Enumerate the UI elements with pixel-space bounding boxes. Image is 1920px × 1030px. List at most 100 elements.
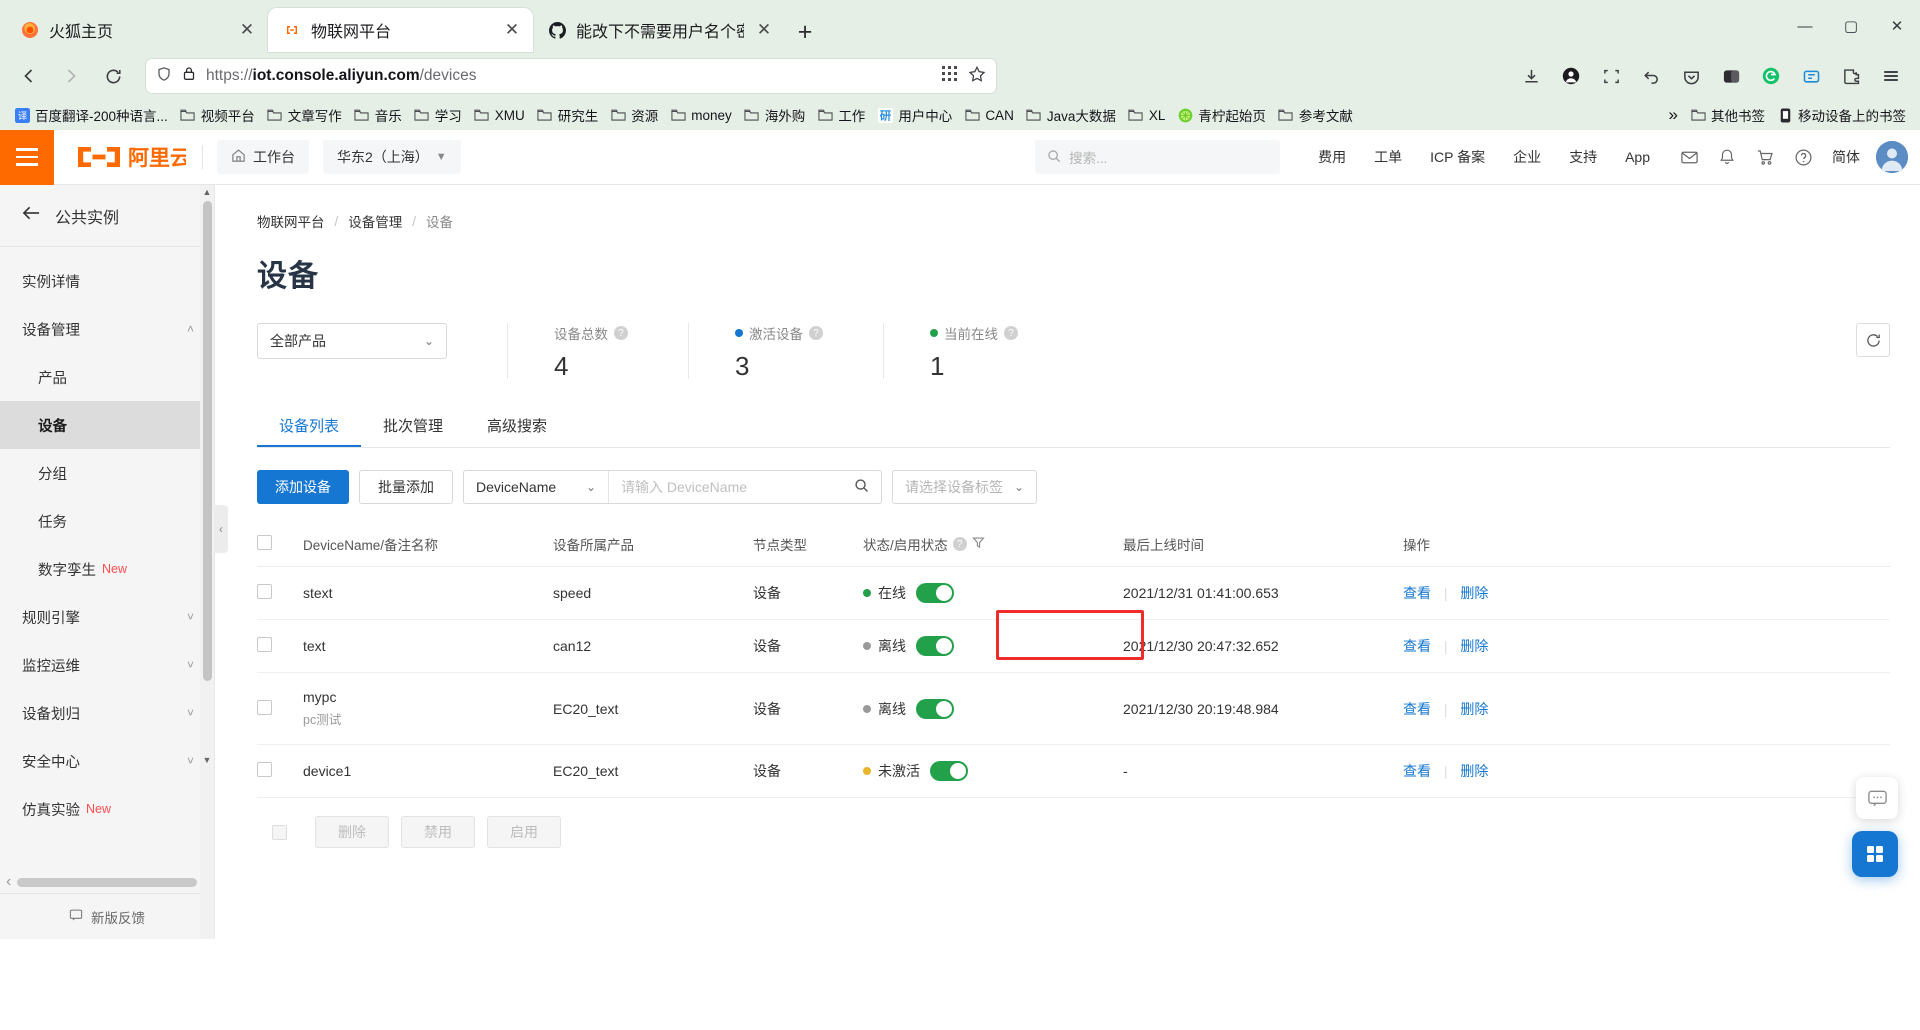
- maximize-button[interactable]: ▢: [1828, 8, 1874, 44]
- bookmark-item[interactable]: XMU: [468, 104, 531, 126]
- header-link-enterprise[interactable]: 企业: [1499, 147, 1555, 167]
- reload-icon[interactable]: [94, 57, 132, 95]
- bookmark-item[interactable]: 研究生: [531, 102, 605, 128]
- bookmark-item[interactable]: CAN: [958, 104, 1020, 126]
- bookmark-star-icon[interactable]: [968, 65, 986, 88]
- screenshot-icon[interactable]: [1592, 57, 1630, 95]
- enable-toggle[interactable]: [916, 583, 954, 603]
- delete-link[interactable]: 删除: [1460, 638, 1488, 654]
- new-tab-button[interactable]: +: [785, 12, 825, 52]
- sidebar-feedback[interactable]: 新版反馈: [0, 893, 214, 939]
- browser-tab-3[interactable]: 能改下不需要用户名个密码也可 ✕: [533, 8, 785, 52]
- extensions-puzzle-icon[interactable]: [1832, 57, 1870, 95]
- bookmark-item[interactable]: 海外购: [738, 102, 812, 128]
- container-tab-icon[interactable]: [1792, 57, 1830, 95]
- sidebar-back-public-instance[interactable]: 公共实例: [0, 185, 214, 247]
- sidebar-item-security-center[interactable]: 安全中心 ˅: [0, 737, 214, 785]
- bookmark-item[interactable]: Java大数据: [1020, 102, 1122, 128]
- bookmarks-overflow-button[interactable]: »: [1663, 102, 1684, 128]
- search-icon[interactable]: [854, 478, 869, 496]
- table-row[interactable]: device1 EC20_text 设备 未激活 -: [257, 745, 1890, 798]
- bulk-select-checkbox[interactable]: [272, 825, 287, 840]
- bookmark-item[interactable]: 工作: [811, 102, 871, 128]
- console-search[interactable]: 搜索...: [1035, 140, 1280, 174]
- delete-link[interactable]: 删除: [1460, 585, 1488, 601]
- row-checkbox[interactable]: [257, 584, 272, 599]
- breadcrumb-item-platform[interactable]: 物联网平台: [257, 211, 325, 231]
- header-link-icp[interactable]: ICP 备案: [1416, 147, 1499, 167]
- undo-icon[interactable]: [1632, 57, 1670, 95]
- select-all-checkbox[interactable]: [257, 535, 272, 550]
- row-checkbox[interactable]: [257, 637, 272, 652]
- close-window-button[interactable]: ✕: [1874, 8, 1920, 44]
- url-bar[interactable]: https://iot.console.aliyun.com/devices: [146, 59, 996, 93]
- qrcode-icon[interactable]: [941, 65, 958, 87]
- bookmark-item[interactable]: 资源: [604, 102, 664, 128]
- bulk-delete-button[interactable]: 删除: [315, 816, 389, 848]
- grammarly-icon[interactable]: [1752, 57, 1790, 95]
- bookmark-item[interactable]: 研 用户中心: [871, 102, 958, 128]
- table-row[interactable]: mypc pc测试 EC20_text 设备 离线: [257, 673, 1890, 745]
- cart-icon[interactable]: [1746, 138, 1784, 176]
- aliyun-logo[interactable]: 阿里云: [54, 142, 202, 172]
- view-link[interactable]: 查看: [1403, 763, 1431, 779]
- forward-icon[interactable]: [52, 57, 90, 95]
- workbench-button[interactable]: 工作台: [217, 140, 309, 174]
- header-link-app[interactable]: App: [1611, 149, 1664, 165]
- bookmark-item[interactable]: 学习: [408, 102, 468, 128]
- mobile-bookmarks-folder[interactable]: 移动设备上的书签: [1771, 102, 1912, 128]
- scroll-thumb[interactable]: [17, 878, 196, 887]
- enable-toggle[interactable]: [916, 636, 954, 656]
- bulk-disable-button[interactable]: 禁用: [401, 816, 475, 848]
- breadcrumb-item-device-management[interactable]: 设备管理: [348, 211, 402, 231]
- refresh-button[interactable]: [1856, 323, 1890, 357]
- sidebar-item-simulation-lab[interactable]: 仿真实验 New: [0, 785, 214, 833]
- shield-icon[interactable]: [156, 66, 172, 87]
- bookmark-item[interactable]: 参考文献: [1272, 102, 1359, 128]
- apps-grid-button[interactable]: [1852, 831, 1898, 877]
- browser-tab-2[interactable]: 物联网平台 ✕: [268, 8, 533, 52]
- language-selector[interactable]: 简体: [1822, 147, 1870, 167]
- filter-icon[interactable]: [972, 536, 985, 552]
- sidebar-item-device[interactable]: 设备: [0, 401, 214, 449]
- scroll-down-icon[interactable]: ▼: [203, 753, 212, 767]
- other-bookmarks-folder[interactable]: 其他书签: [1684, 102, 1771, 128]
- menu-button[interactable]: [0, 130, 54, 185]
- search-input[interactable]: 请输入 DeviceName: [609, 471, 881, 503]
- tab-close-icon[interactable]: ✕: [236, 19, 258, 41]
- sidebar-item-monitoring[interactable]: 监控运维 ˅: [0, 641, 214, 689]
- bell-icon[interactable]: [1708, 138, 1746, 176]
- bookmark-item[interactable]: 音乐: [348, 102, 408, 128]
- account-icon[interactable]: [1552, 57, 1590, 95]
- sidebar-item-instance-detail[interactable]: 实例详情: [0, 257, 214, 305]
- product-filter-select[interactable]: 全部产品 ⌄: [257, 323, 447, 359]
- help-icon[interactable]: ?: [953, 537, 967, 551]
- extension-dark-icon[interactable]: [1712, 57, 1750, 95]
- sidebar-vertical-scrollbar[interactable]: ▲ ▼: [200, 185, 214, 939]
- table-row[interactable]: text can12 设备 离线 2021/12/30 20:47:32.652: [257, 620, 1890, 673]
- bulk-enable-button[interactable]: 启用: [487, 816, 561, 848]
- hamburger-menu-icon[interactable]: [1872, 57, 1910, 95]
- region-selector[interactable]: 华东2（上海） ▼: [323, 140, 461, 174]
- enable-toggle[interactable]: [916, 699, 954, 719]
- browser-tab-1[interactable]: 火狐主页 ✕: [6, 8, 268, 52]
- sidebar-item-digital-twin[interactable]: 数字孪生 New: [0, 545, 214, 593]
- sidebar-collapse-handle[interactable]: ‹: [214, 505, 228, 553]
- pocket-icon[interactable]: [1672, 57, 1710, 95]
- bookmark-item[interactable]: money: [664, 104, 738, 126]
- view-link[interactable]: 查看: [1403, 585, 1431, 601]
- sidebar-item-device-assignment[interactable]: 设备划归 ˅: [0, 689, 214, 737]
- delete-link[interactable]: 删除: [1460, 763, 1488, 779]
- header-link-ticket[interactable]: 工单: [1360, 147, 1416, 167]
- sidebar-item-device-management[interactable]: 设备管理 ˄: [0, 305, 214, 353]
- sidebar-item-product[interactable]: 产品: [0, 353, 214, 401]
- batch-add-button[interactable]: 批量添加: [359, 470, 453, 504]
- scroll-thumb[interactable]: [203, 201, 212, 681]
- help-icon[interactable]: ?: [1004, 326, 1018, 340]
- sidebar-item-task[interactable]: 任务: [0, 497, 214, 545]
- tab-batch-management[interactable]: 批次管理: [361, 405, 465, 447]
- avatar[interactable]: [1876, 141, 1908, 173]
- sidebar-item-rule-engine[interactable]: 规则引擎 ˅: [0, 593, 214, 641]
- row-checkbox[interactable]: [257, 700, 272, 715]
- enable-toggle[interactable]: [930, 761, 968, 781]
